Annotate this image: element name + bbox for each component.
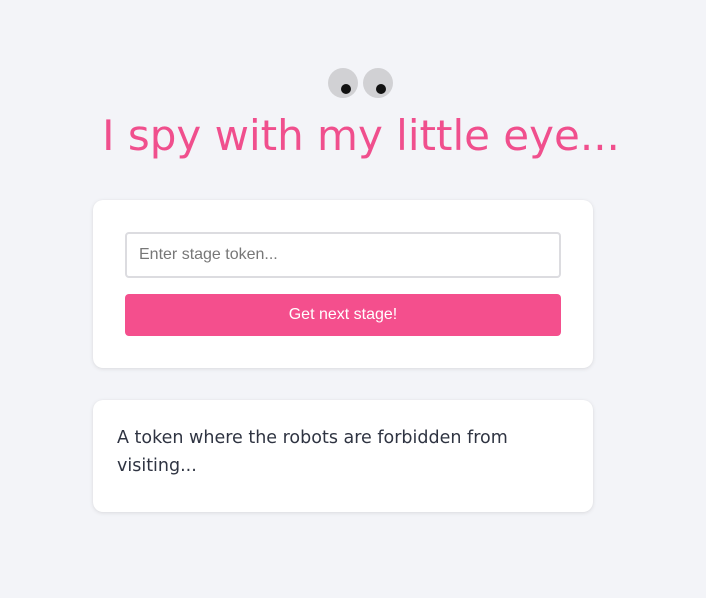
right-pupil bbox=[376, 84, 386, 94]
left-pupil bbox=[341, 84, 351, 94]
right-eye-icon bbox=[363, 68, 393, 98]
get-next-stage-button[interactable]: Get next stage! bbox=[125, 294, 561, 336]
hint-text: A token where the robots are forbidden f… bbox=[117, 428, 508, 476]
hint-card: A token where the robots are forbidden f… bbox=[93, 400, 593, 512]
googly-eyes-icon bbox=[328, 68, 394, 98]
page-title: I spy with my little eye... bbox=[102, 111, 620, 160]
token-form-card: Get next stage! bbox=[93, 200, 593, 368]
stage-token-input[interactable] bbox=[125, 232, 561, 278]
left-eye-icon bbox=[328, 68, 358, 98]
